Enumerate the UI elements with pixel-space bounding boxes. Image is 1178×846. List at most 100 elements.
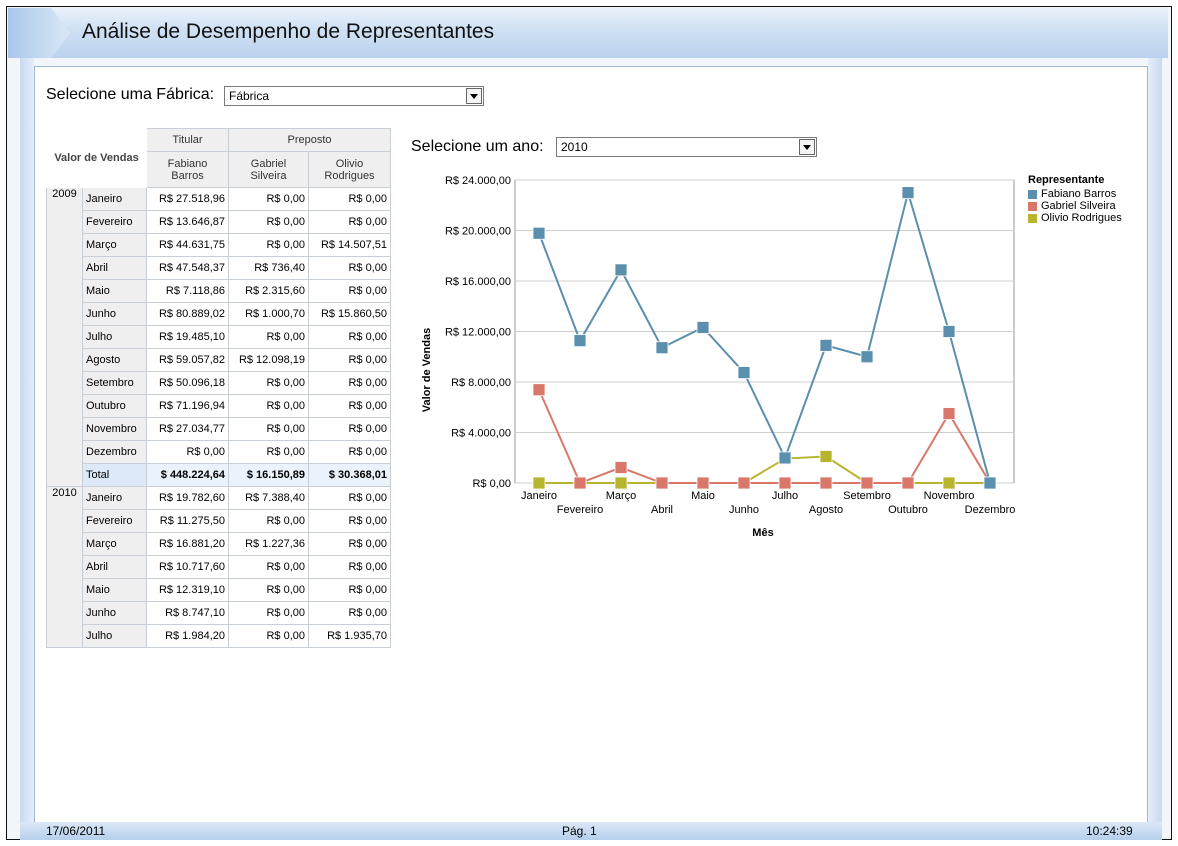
x-tick-label: Março xyxy=(606,490,637,502)
data-point xyxy=(901,476,915,490)
legend-label: Fabiano Barros xyxy=(1041,188,1117,200)
data-point xyxy=(778,476,792,490)
y-tick-label: R$ 20.000,00 xyxy=(445,226,511,238)
data-point xyxy=(942,476,956,490)
month-cell: Outubro xyxy=(82,394,147,418)
data-point xyxy=(696,476,710,490)
value-cell: R$ 10.717,60 xyxy=(146,555,229,579)
data-point xyxy=(860,476,874,490)
month-cell: Março xyxy=(82,532,147,556)
data-point xyxy=(573,476,587,490)
footer-time: 10:24:39 xyxy=(1086,824,1133,838)
factory-select-label: Selecione uma Fábrica: xyxy=(46,86,215,103)
value-cell: R$ 0,00 xyxy=(308,486,391,510)
table-row: Junho R$ 8.747,10 R$ 0,00 R$ 0,00 xyxy=(47,601,391,625)
table-row: Julho R$ 1.984,20 R$ 0,00 R$ 1.935,70 xyxy=(47,624,391,648)
value-cell: R$ 16.881,20 xyxy=(146,532,229,556)
value-cell: R$ 15.860,50 xyxy=(308,302,391,326)
value-cell: R$ 0,00 xyxy=(308,325,391,349)
value-cell: R$ 0,00 xyxy=(228,210,309,234)
value-cell: R$ 0,00 xyxy=(308,348,391,372)
value-cell: R$ 44.631,75 xyxy=(146,233,229,257)
table-row: Outubro R$ 71.196,94 R$ 0,00 R$ 0,00 xyxy=(47,394,391,418)
legend-item: Fabiano Barros xyxy=(1028,188,1122,200)
value-cell: R$ 19.782,60 xyxy=(146,486,229,510)
data-point xyxy=(532,383,546,397)
table-row: Novembro R$ 27.034,77 R$ 0,00 R$ 0,00 xyxy=(47,417,391,441)
left-border-decoration xyxy=(20,58,34,824)
value-cell: R$ 0,00 xyxy=(308,578,391,602)
page-title: Análise de Desempenho de Representantes xyxy=(82,20,495,43)
x-tick-label: Julho xyxy=(772,490,798,502)
x-tick-label: Junho xyxy=(729,504,759,516)
month-cell: Maio xyxy=(82,578,147,602)
month-cell: Janeiro xyxy=(82,486,147,510)
table-row: Setembro R$ 50.096,18 R$ 0,00 R$ 0,00 xyxy=(47,371,391,395)
x-tick-label: Abril xyxy=(651,504,673,516)
value-cell: R$ 0,00 xyxy=(228,417,309,441)
month-cell: Janeiro xyxy=(82,187,147,211)
table-row: Dezembro R$ 0,00 R$ 0,00 R$ 0,00 xyxy=(47,440,391,464)
data-point xyxy=(573,334,587,348)
data-point xyxy=(942,407,956,420)
data-point xyxy=(860,350,874,364)
value-cell: R$ 7.388,40 xyxy=(228,486,309,510)
footer-date: 17/06/2011 xyxy=(46,824,106,838)
year-cell: 2010 xyxy=(46,486,83,648)
column-header: Fabiano Barros xyxy=(146,151,229,188)
factory-select[interactable]: Fábrica xyxy=(224,86,484,106)
value-cell: R$ 27.034,77 xyxy=(146,417,229,441)
value-cell: R$ 0,00 xyxy=(228,325,309,349)
value-cell: R$ 0,00 xyxy=(308,279,391,303)
value-cell: R$ 80.889,02 xyxy=(146,302,229,326)
x-tick-label: Outubro xyxy=(888,504,928,516)
legend-swatch xyxy=(1028,201,1037,211)
legend-swatch xyxy=(1028,189,1037,199)
table-row: Março R$ 16.881,20 R$ 1.227,36 R$ 0,00 xyxy=(47,532,391,556)
data-point xyxy=(655,341,669,355)
x-tick-label: Fevereiro xyxy=(557,504,603,516)
value-cell: R$ 0,00 xyxy=(228,624,309,648)
legend-item: Olivio Rodrigues xyxy=(1028,212,1122,224)
value-cell: R$ 0,00 xyxy=(308,509,391,533)
table-row: Julho R$ 19.485,10 R$ 0,00 R$ 0,00 xyxy=(47,325,391,349)
data-point xyxy=(737,476,751,490)
data-point xyxy=(532,226,546,240)
legend-swatch xyxy=(1028,213,1037,223)
value-cell: R$ 19.485,10 xyxy=(146,325,229,349)
table-row: Maio R$ 12.319,10 R$ 0,00 R$ 0,00 xyxy=(47,578,391,602)
value-cell: R$ 2.315,60 xyxy=(228,279,309,303)
data-point xyxy=(778,451,792,465)
data-point xyxy=(614,461,628,474)
x-axis-label: Mês xyxy=(752,527,773,539)
sales-pivot-table: Valor de Vendas Titular Preposto Fabiano… xyxy=(46,128,391,648)
month-cell: Julho xyxy=(82,325,147,349)
value-cell: R$ 50.096,18 xyxy=(146,371,229,395)
year-select[interactable]: 2010 xyxy=(556,137,817,157)
value-cell: R$ 0,00 xyxy=(308,440,391,464)
month-cell: Março xyxy=(82,233,147,257)
x-tick-label: Setembro xyxy=(843,490,891,502)
value-cell: R$ 0,00 xyxy=(228,394,309,418)
table-row: Abril R$ 10.717,60 R$ 0,00 R$ 0,00 xyxy=(47,555,391,579)
value-cell: R$ 0,00 xyxy=(308,601,391,625)
value-cell: R$ 0,00 xyxy=(308,256,391,280)
year-cell: 2009 xyxy=(46,187,83,487)
chevron-down-icon[interactable] xyxy=(799,139,815,155)
month-cell: Total xyxy=(82,463,147,487)
value-cell: R$ 0,00 xyxy=(308,417,391,441)
value-cell: R$ 0,00 xyxy=(308,187,391,211)
value-cell: R$ 0,00 xyxy=(308,394,391,418)
y-tick-label: R$ 24.000,00 xyxy=(445,175,511,187)
chevron-down-icon[interactable] xyxy=(466,88,482,104)
value-cell: R$ 0,00 xyxy=(228,578,309,602)
x-tick-label: Agosto xyxy=(809,504,843,516)
value-cell: R$ 0,00 xyxy=(308,210,391,234)
data-point xyxy=(819,450,833,463)
data-point xyxy=(696,321,710,334)
data-point xyxy=(819,338,833,352)
value-cell: R$ 59.057,82 xyxy=(146,348,229,372)
table-row: Maio R$ 7.118,86 R$ 2.315,60 R$ 0,00 xyxy=(47,279,391,303)
value-cell: R$ 736,40 xyxy=(228,256,309,280)
table-row: 2009 Janeiro R$ 27.518,96 R$ 0,00 R$ 0,00 xyxy=(46,187,391,487)
